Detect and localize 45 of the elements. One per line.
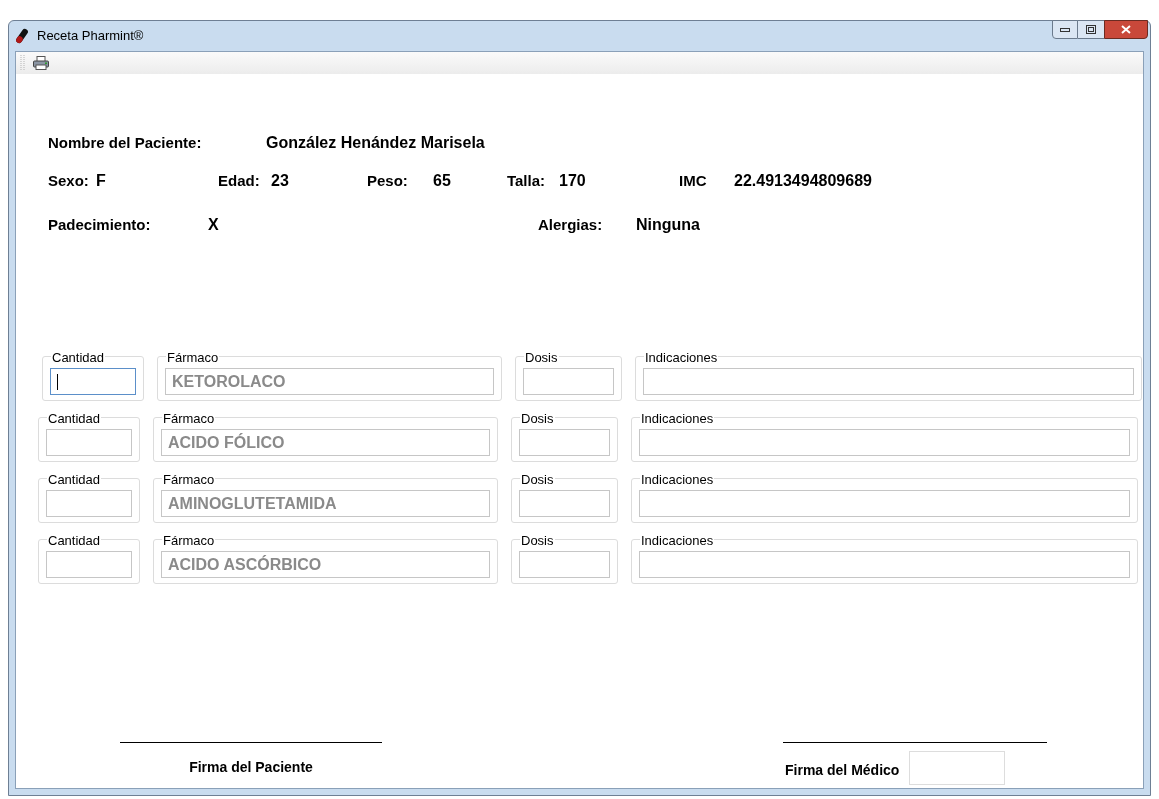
- toolbar-grip-icon: [20, 54, 26, 72]
- field-value: F: [96, 171, 107, 191]
- input-field[interactable]: [639, 551, 1130, 578]
- input-field[interactable]: [50, 368, 136, 395]
- signature-label: Firma del Paciente: [189, 758, 313, 777]
- field-label: IMC: [679, 171, 708, 191]
- input-field[interactable]: [519, 429, 610, 456]
- input-field[interactable]: [639, 490, 1130, 517]
- input-field[interactable]: [46, 551, 132, 578]
- input-field[interactable]: [639, 429, 1130, 456]
- field-value: 65: [433, 171, 452, 191]
- window-title: Receta Pharmint®: [37, 27, 144, 46]
- field-label: Alergias:: [538, 215, 604, 235]
- field-value: 170: [559, 171, 587, 191]
- input-field[interactable]: [519, 551, 610, 578]
- printer-icon: [33, 56, 49, 70]
- print-button[interactable]: [32, 54, 50, 72]
- restore-icon: [1086, 25, 1096, 34]
- field-value: 22.4913494809689: [734, 171, 873, 191]
- field-label: Talla:: [505, 171, 546, 191]
- minimize-button[interactable]: [1052, 20, 1078, 39]
- input-field[interactable]: [46, 429, 132, 456]
- close-button[interactable]: [1104, 20, 1148, 39]
- input-field[interactable]: AMINOGLUTETAMIDA: [161, 490, 490, 517]
- field-label: Edad:: [218, 171, 261, 191]
- patient-name: González Henández Marisela: [266, 133, 485, 153]
- input-field[interactable]: [519, 490, 610, 517]
- input-field[interactable]: [643, 368, 1134, 395]
- field-value: X: [208, 215, 220, 235]
- input-field[interactable]: [523, 368, 614, 395]
- signature-label: Firma del Médico: [785, 761, 900, 780]
- input-field[interactable]: ACIDO FÓLICO: [161, 429, 490, 456]
- field-value: Ninguna: [636, 215, 700, 235]
- field-value: 23: [271, 171, 290, 191]
- field-label: Nombre del Paciente:: [48, 133, 203, 153]
- minimize-icon: [1060, 27, 1070, 32]
- field-label: Padecimiento:: [48, 215, 152, 235]
- input-field[interactable]: ACIDO ASCÓRBICO: [161, 551, 490, 578]
- pill-icon: [15, 28, 29, 44]
- input-field[interactable]: [46, 490, 132, 517]
- input-field[interactable]: KETOROLACO: [165, 368, 494, 395]
- field-label: Sexo:: [48, 171, 90, 191]
- maximize-button[interactable]: [1078, 20, 1104, 39]
- close-icon: [1121, 25, 1131, 34]
- field-label: Peso:: [367, 171, 409, 191]
